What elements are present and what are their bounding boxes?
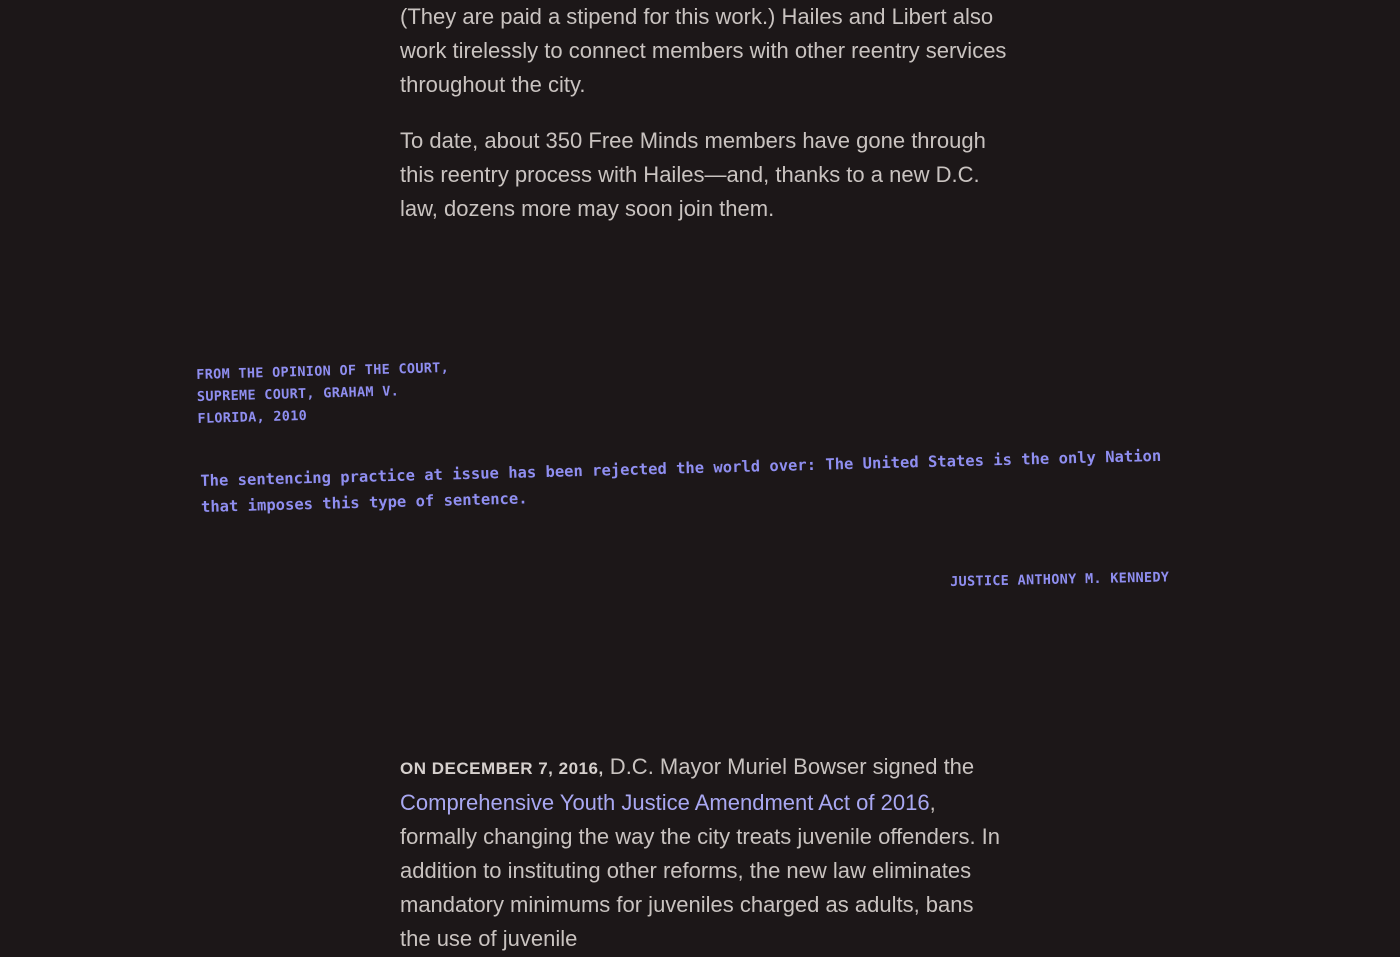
paragraph-text-before-link: D.C. Mayor Muriel Bowser signed the	[603, 754, 975, 779]
pull-quote-source: From the opinion of the Court, Supreme C…	[196, 359, 450, 427]
article-paragraph-law: On December 7, 2016, D.C. Mayor Muriel B…	[400, 750, 1010, 956]
paragraph-text: To date, about 350 Free Minds members ha…	[400, 128, 986, 221]
pull-quote-text: The sentencing practice at issue has bee…	[200, 446, 1162, 516]
paragraph-text: On December 7, 2016, D.C. Mayor Muriel B…	[400, 750, 1010, 956]
date-lead-in: On December 7, 2016,	[400, 759, 604, 778]
article-paragraph-continued: (They are paid a stipend for this work.)…	[400, 0, 1010, 102]
article-paragraph-date: To date, about 350 Free Minds members ha…	[400, 124, 1010, 226]
youth-justice-act-link[interactable]: Comprehensive Youth Justice Amendment Ac…	[400, 790, 930, 815]
paragraph-text: (They are paid a stipend for this work.)…	[400, 4, 1007, 97]
pull-quote-attribution: Justice Anthony M. Kennedy	[950, 569, 1170, 590]
